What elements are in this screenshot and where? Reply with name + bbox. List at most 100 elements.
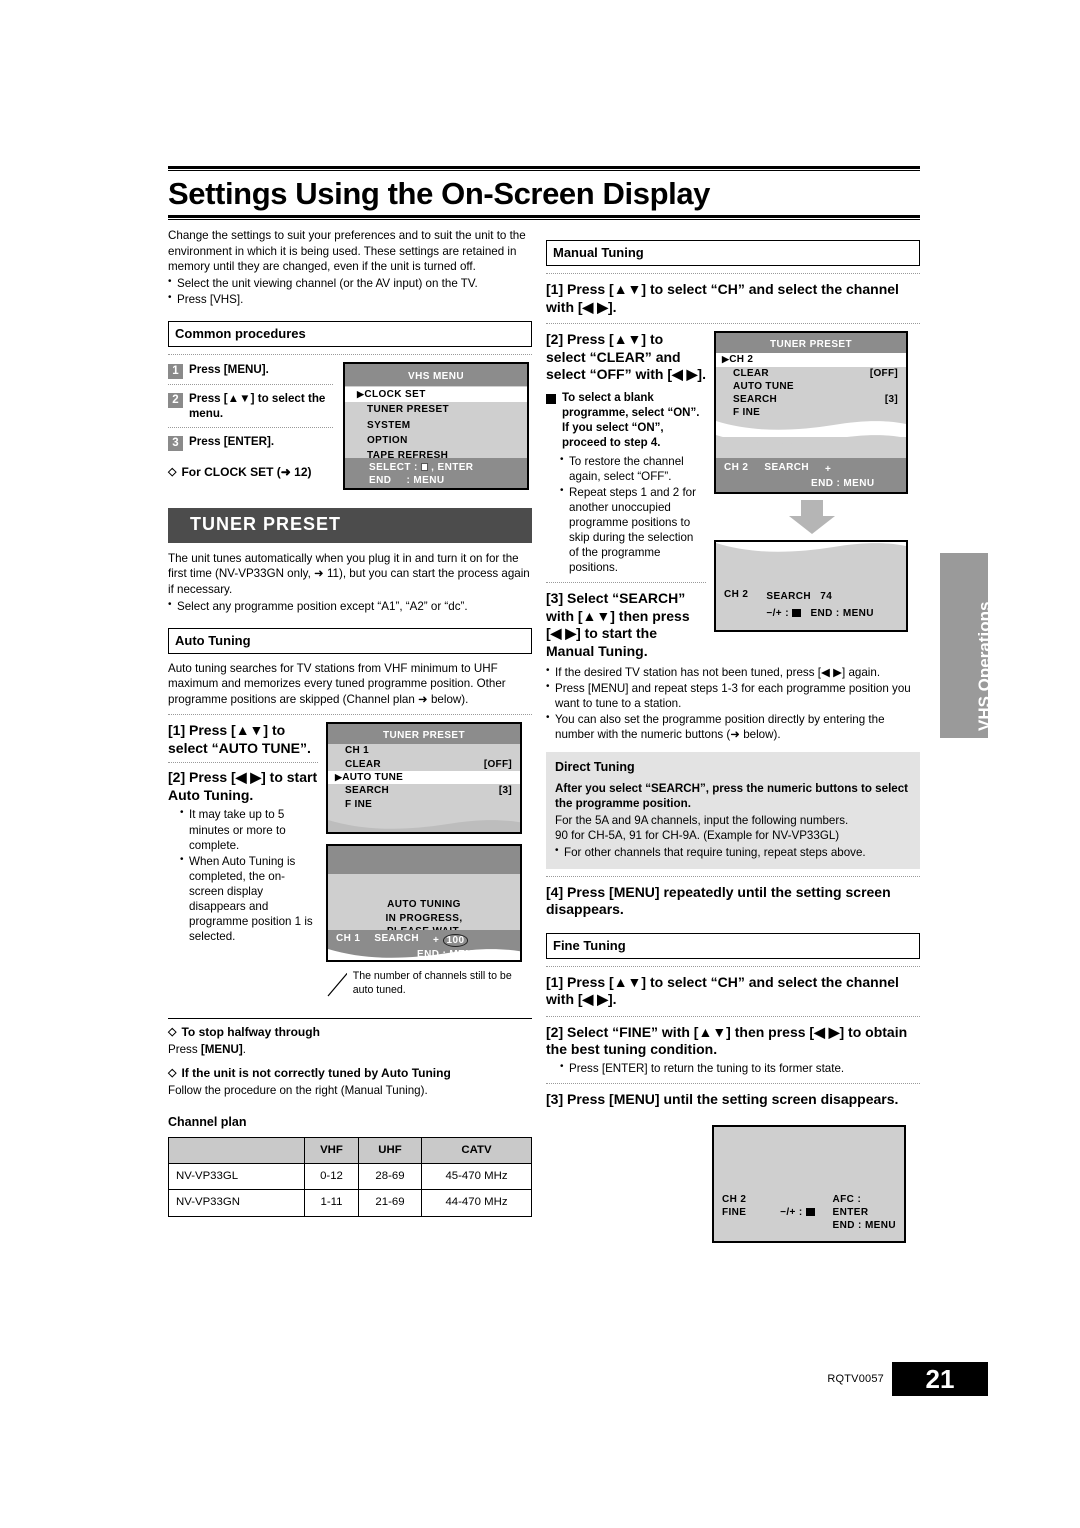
progress-line-1: AUTO TUNING [387, 899, 461, 911]
tuner-preset-bullet-0: Select any programme position except “A1… [177, 599, 468, 613]
row-label: AUTO TUNE [342, 772, 404, 784]
direct-tuning-line-1: For the 5A and 9A channels, input the fo… [555, 813, 849, 827]
section-fine-tuning: Fine Tuning [546, 932, 920, 959]
divider [546, 323, 920, 325]
list-item: Select any programme position except “A1… [168, 598, 532, 614]
step-text: Press [MENU]. [189, 363, 269, 376]
divider [168, 426, 333, 428]
channel-plan-table: VHF UHF CATV NV-VP33GL 0-12 28-69 45-470… [168, 1137, 533, 1217]
title-rule-top [168, 166, 920, 171]
section-auto-tuning: Auto Tuning [168, 627, 532, 654]
list-item: Press [VHS]. [168, 291, 532, 307]
screen-row-search: SEARCH [3] [716, 393, 906, 406]
row-value: [OFF] [869, 367, 898, 379]
table-header-row: VHF UHF CATV [168, 1137, 533, 1165]
torn-edge-icon [716, 542, 906, 553]
auto-tuning-step2-bullets: It may take up to 5 minutes or more to c… [168, 806, 318, 944]
side-tab-label: VHS Operations [975, 601, 994, 731]
divider [546, 1083, 920, 1085]
blank-bullet-1: Repeat steps 1 and 2 for another unoccup… [569, 485, 696, 574]
row-label: AUTO TUNE [733, 380, 794, 392]
list-item: Repeat steps 1 and 2 for another unoccup… [560, 484, 706, 575]
step-text: Press [ENTER]. [189, 434, 275, 448]
row-label: CH 1 [345, 745, 369, 757]
row-value: [3] [498, 785, 512, 797]
stop-halfway-body: Press [MENU]. [168, 1042, 532, 1058]
torn-edge-icon [716, 435, 906, 452]
list-item: Press [MENU] and repeat steps 1-3 for ea… [546, 680, 920, 711]
tuner-preset-band: TUNER PRESET [168, 508, 532, 543]
flow-arrow-down-icon [789, 500, 835, 535]
auto-bullet-0: It may take up to 5 minutes or more to c… [189, 808, 286, 852]
footer-plusminus: −/+ : [780, 1206, 803, 1218]
fine-step-1: [1] Press [▲▼] to select “CH” and select… [546, 973, 899, 1008]
step3-bullet-1: Press [MENU] and repeat steps 1-3 for ea… [555, 682, 911, 711]
direct-tuning-box: Direct Tuning After you select “SEARCH”,… [546, 752, 920, 869]
stop-halfway-heading: ◇ To stop halfway through [168, 1025, 532, 1041]
direct-tuning-bullets: For other channels that require tuning, … [555, 844, 911, 860]
list-item: When Auto Tuning is completed, the on-sc… [180, 853, 318, 944]
fine-bullet-0: Press [ENTER] to return the tuning to it… [569, 1061, 845, 1075]
vhs-menu-item-tuner-preset: TUNER PRESET [367, 404, 450, 416]
common-step-3: 3 Press [ENTER]. [168, 434, 333, 451]
clock-set-note: ◇ For CLOCK SET (➜ 12) [168, 465, 333, 481]
manual-step-4: [4] Press [MENU] repeatedly until the se… [546, 883, 891, 918]
tuner-preset-manual-screen: TUNER PRESET ▶CH 2 CLEAR [OFF] AUTO TUNE [714, 331, 908, 495]
vhs-menu-title: VHS MENU [345, 364, 527, 386]
footer-afc: AFC : ENTER [832, 1193, 869, 1218]
page-header: Settings Using the On-Screen Display [168, 166, 920, 221]
vhs-menu-footer-end: END : MENU [369, 474, 527, 487]
divider [546, 1015, 920, 1017]
step-number: 2 [168, 393, 183, 408]
screen-row-ch: ▶CH 2 [716, 353, 906, 367]
leftright-icon [805, 1207, 815, 1216]
divider [546, 582, 706, 584]
left-column: Change the settings to suit your prefere… [168, 228, 533, 1217]
intro-bullet-0: Select the unit viewing channel (or the … [177, 276, 478, 290]
vhs-menu-item-label: CLOCK SET [364, 389, 426, 400]
row-label: F INE [733, 407, 761, 419]
progress-line-2: IN PROGRESS, [385, 912, 463, 924]
tuner-preset-bullets: Select any programme position except “A1… [168, 598, 532, 614]
leftright-icon [792, 608, 802, 617]
step-number: 3 [168, 435, 183, 451]
not-tuned-heading: ◇ If the unit is not correctly tuned by … [168, 1066, 532, 1082]
square-bullet-icon [546, 393, 556, 404]
section-common-procedures: Common procedures [168, 320, 532, 347]
screen-row-search: SEARCH [3] [328, 784, 520, 797]
screen-row-auto-tune: ▶AUTO TUNE [328, 771, 520, 785]
blank-programme-note: To select a blank programme, select “ON”… [546, 391, 706, 451]
not-tuned-text: If the unit is not correctly tuned by Au… [181, 1065, 451, 1080]
list-item: It may take up to 5 minutes or more to c… [180, 806, 318, 852]
divider [168, 762, 318, 764]
divider [168, 714, 532, 716]
title-rule-bottom [168, 215, 920, 221]
cell-model: NV-VP33GL [168, 1163, 305, 1191]
stop-suffix: . [242, 1043, 246, 1057]
blank-note-text: To select a blank programme, select “ON”… [562, 391, 700, 449]
intro-bullet-1: Press [VHS]. [177, 292, 244, 306]
cell-uhf: 21-69 [357, 1189, 422, 1217]
page-footer: RQTV0057 21 [827, 1362, 988, 1396]
list-item: Select the unit viewing channel (or the … [168, 275, 532, 291]
row-value: [OFF] [483, 758, 512, 770]
direct-tuning-line-2: 90 for CH-5A, 91 for CH-9A. (Example for… [555, 829, 840, 843]
row-label: SEARCH [733, 394, 778, 406]
footer-ch: CH 2 [722, 1193, 747, 1205]
vhs-menu-footer: SELECT : , ENTER END : MENU [345, 458, 527, 488]
divider [546, 875, 920, 877]
cell-vhf: 1-11 [304, 1189, 359, 1217]
row-label-wrap: ▶AUTO TUNE [335, 771, 404, 784]
manual-step-1: [1] Press [▲▼] to select “CH” and select… [546, 281, 899, 315]
row-label: CLEAR [345, 758, 381, 770]
fine-step2-bullets: Press [ENTER] to return the tuning to it… [546, 1060, 920, 1076]
list-item: If the desired TV station has not been t… [546, 664, 920, 680]
col-header-blank [168, 1137, 305, 1165]
screen-header-band [328, 846, 520, 875]
row-value: [3] [884, 394, 898, 406]
tuner-preset-auto-title: TUNER PRESET [328, 724, 520, 745]
callout-leader-line [327, 973, 347, 997]
not-tuned-body: Follow the procedure on the right (Manua… [168, 1083, 428, 1097]
section-manual-tuning: Manual Tuning [546, 240, 920, 267]
list-item: Press [ENTER] to return the tuning to it… [560, 1060, 920, 1076]
